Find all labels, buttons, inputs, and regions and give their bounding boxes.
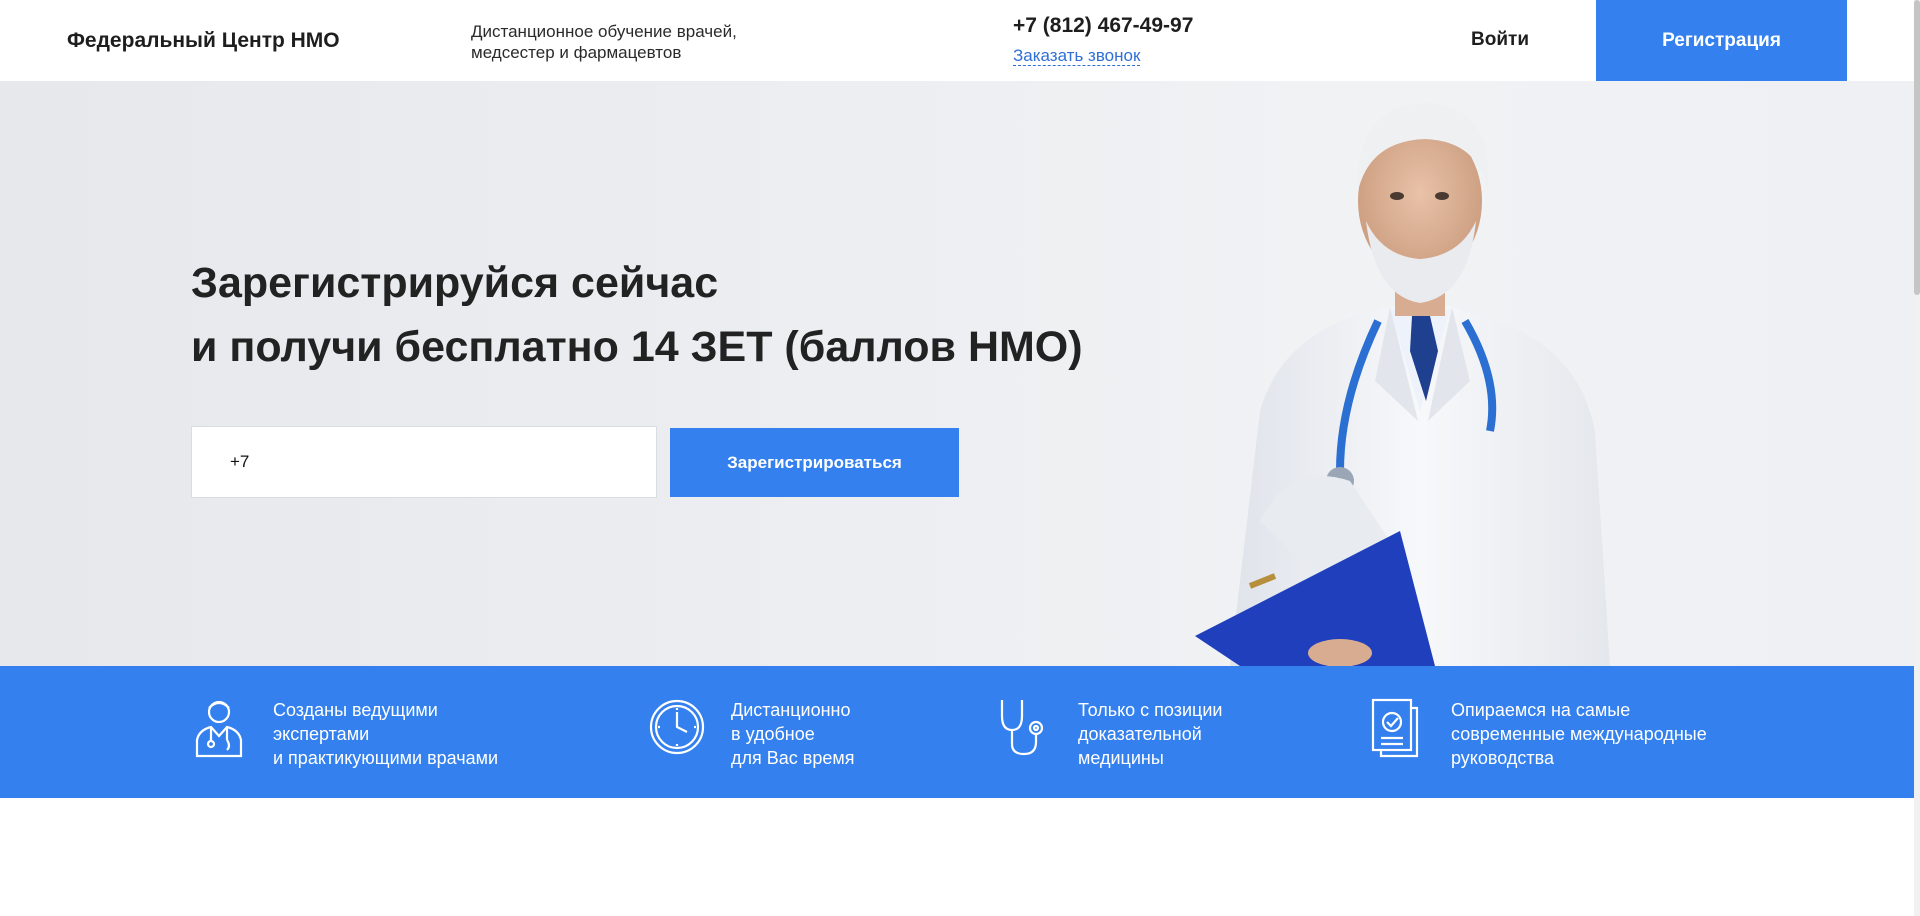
feature-line: Только с позиции: [1078, 700, 1223, 720]
feature-line: и практикующими врачами: [273, 748, 499, 768]
feature-line: Опираемся на самые: [1451, 700, 1631, 720]
site-header: Федеральный Центр НМО Дистанционное обуч…: [0, 0, 1914, 81]
callback-link[interactable]: Заказать звонок: [1013, 46, 1141, 66]
contact-phone[interactable]: +7 (812) 467-49-97: [1013, 14, 1193, 38]
tagline-line: Дистанционное обучение врачей,: [471, 22, 737, 41]
feature-item: Дистанционно в удобное для Вас время: [649, 696, 854, 770]
page-scrollbar[interactable]: [1914, 0, 1920, 916]
feature-item: Опираемся на самые современные междунаро…: [1369, 696, 1707, 770]
feature-line: доказательной: [1078, 724, 1202, 744]
feature-line: медицины: [1078, 748, 1164, 768]
register-submit-button[interactable]: Зарегистрироваться: [670, 428, 959, 497]
site-tagline: Дистанционное обучение врачей, медсестер…: [471, 21, 737, 63]
login-link[interactable]: Войти: [1471, 29, 1529, 51]
feature-line: в удобное: [731, 724, 815, 744]
feature-line: Созданы ведущими: [273, 700, 438, 720]
document-check-icon: [1371, 698, 1419, 758]
feature-line: руководства: [1451, 748, 1554, 768]
hero-title: Зарегистрируйся сейчас и получи бесплатн…: [191, 251, 1083, 379]
feature-text: Только с позиции доказательной медицины: [1078, 698, 1222, 770]
header-register-button[interactable]: Регистрация: [1596, 0, 1847, 81]
feature-item: Созданы ведущими экспертами и практикующ…: [191, 696, 498, 770]
doctor-image: [1195, 103, 1610, 666]
feature-line: современные международные: [1451, 724, 1707, 744]
feature-line: Дистанционно: [731, 700, 851, 720]
phone-input[interactable]: [191, 426, 657, 498]
feature-line: для Вас время: [731, 748, 855, 768]
feature-line: экспертами: [273, 724, 370, 744]
hero-title-line: Зарегистрируйся сейчас: [191, 259, 719, 307]
clock-icon: [649, 699, 705, 755]
feature-item: Только с позиции доказательной медицины: [996, 696, 1222, 770]
site-logo[interactable]: Федеральный Центр НМО: [67, 29, 340, 53]
feature-text: Опираемся на самые современные междунаро…: [1451, 698, 1707, 770]
hero-section: Зарегистрируйся сейчас и получи бесплатн…: [0, 81, 1914, 666]
scrollbar-thumb[interactable]: [1914, 0, 1920, 295]
tagline-line: медсестер и фармацевтов: [471, 43, 682, 62]
feature-text: Дистанционно в удобное для Вас время: [731, 698, 854, 770]
feature-text: Созданы ведущими экспертами и практикующ…: [273, 698, 498, 770]
stethoscope-icon: [1000, 700, 1044, 756]
doctor-icon: [195, 700, 243, 758]
hero-title-line: и получи бесплатно 14 ЗЕТ (баллов НМО): [191, 323, 1083, 371]
features-band: Созданы ведущими экспертами и практикующ…: [0, 666, 1914, 798]
